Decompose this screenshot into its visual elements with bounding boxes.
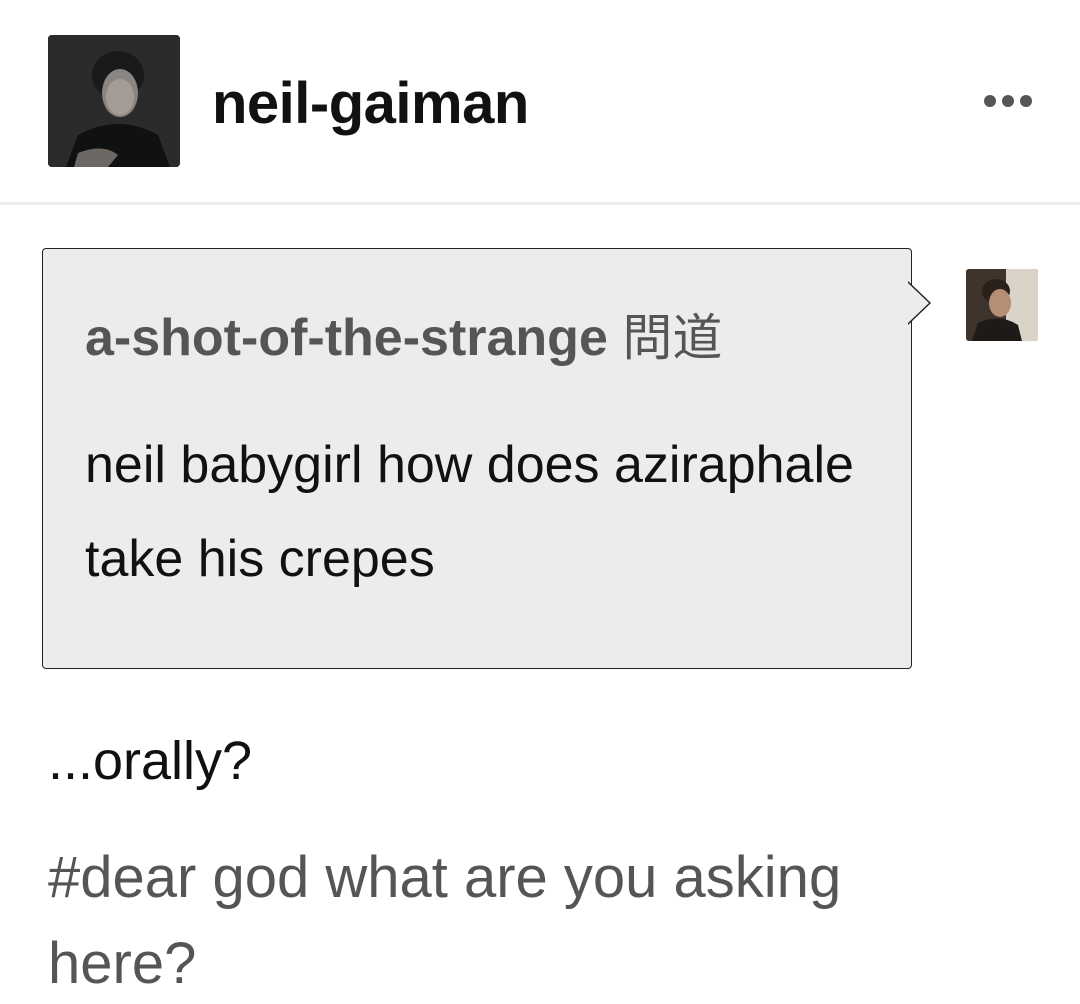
ask-bubble-pointer-fill [908,283,929,323]
asker-avatar[interactable] [966,269,1038,341]
avatar-portrait-image [48,35,180,167]
more-horizontal-icon [1002,95,1014,107]
asker-name[interactable]: a-shot-of-the-strange [85,309,608,367]
more-options-button[interactable] [978,85,1038,117]
asked-label: 問道 [622,309,723,367]
answer-text: ...orally? [48,731,253,791]
more-horizontal-icon [1020,95,1032,107]
ask-question: neil babygirl how does aziraphale take h… [85,436,854,588]
post-header: neil-gaiman [0,0,1080,205]
asker-avatar-image [966,269,1038,341]
more-horizontal-icon [984,95,996,107]
post-tags[interactable]: #dear god what are you asking here? [48,835,988,1004]
blog-name[interactable]: neil-gaiman [212,70,529,137]
tumblr-post: neil-gaiman a-shot-of-the-strange 問道 nei… [0,0,1080,1004]
blog-avatar[interactable] [48,35,180,167]
asker-line: a-shot-of-the-strange 問道 [85,298,722,370]
